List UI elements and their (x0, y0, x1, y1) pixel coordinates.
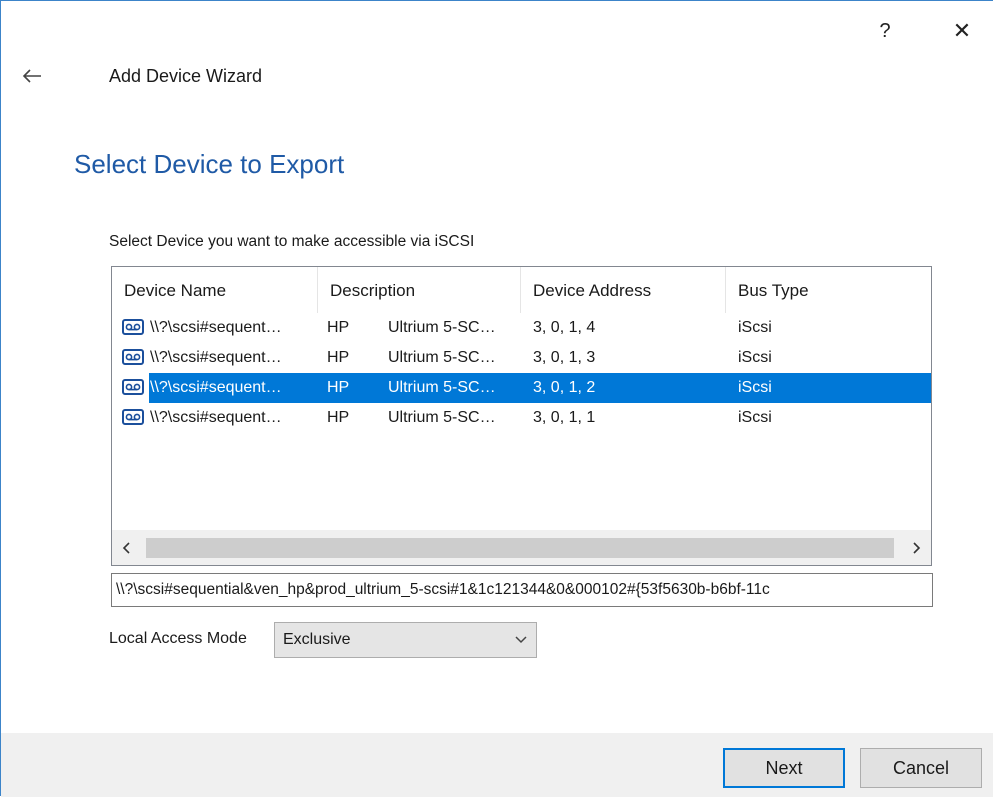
table-row[interactable]: \\?\scsi#sequent… HP Ultrium 5-SC… 3, 0, 1,… (112, 313, 931, 343)
column-header-bus-type[interactable]: Bus Type (726, 267, 931, 313)
back-arrow-icon (22, 69, 41, 83)
description-cell: Ultrium 5-SC… (388, 319, 496, 336)
chevron-down-icon (515, 636, 527, 644)
vendor-cell: HP (327, 349, 350, 366)
bus-type-cell: iScsi (738, 379, 772, 396)
scroll-right-button[interactable] (901, 531, 931, 565)
device-name-cell: \\?\scsi#sequent… (150, 379, 282, 396)
device-path-field[interactable]: \\?\scsi#sequential&ven_hp&prod_ultrium_… (111, 573, 933, 607)
device-name-cell: \\?\scsi#sequent… (150, 319, 282, 336)
description-cell: Ultrium 5-SC… (388, 349, 496, 366)
scrollbar-thumb[interactable] (146, 538, 894, 558)
description-cell: Ultrium 5-SC… (388, 379, 496, 396)
tape-drive-icon (122, 319, 144, 335)
device-address-cell: 3, 0, 1, 3 (533, 349, 596, 366)
local-access-mode-label: Local Access Mode (109, 630, 247, 647)
back-button[interactable] (17, 61, 47, 91)
scroll-left-button[interactable] (112, 531, 142, 565)
add-device-wizard-window: ? ✕ Add Device Wizard Select Device to E… (0, 0, 993, 797)
device-address-cell: 3, 0, 1, 2 (533, 379, 596, 396)
cancel-button[interactable]: Cancel (860, 748, 982, 788)
tape-drive-icon (122, 409, 144, 425)
next-button[interactable]: Next (723, 748, 845, 788)
chevron-right-icon (913, 542, 921, 554)
device-list-header: Device Name Description Device Address B… (112, 267, 931, 313)
bus-type-cell: iScsi (738, 409, 772, 426)
tape-drive-icon (122, 379, 144, 395)
column-header-device-address[interactable]: Device Address (521, 267, 726, 313)
horizontal-scrollbar[interactable] (112, 530, 931, 565)
page-title: Select Device to Export (74, 149, 345, 179)
instruction-text: Select Device you want to make accessibl… (109, 233, 475, 250)
bus-type-cell: iScsi (738, 349, 772, 366)
device-name-cell: \\?\scsi#sequent… (150, 349, 282, 366)
device-address-cell: 3, 0, 1, 1 (533, 409, 596, 426)
device-name-cell: \\?\scsi#sequent… (150, 409, 282, 426)
local-access-mode-select[interactable]: Exclusive (274, 622, 537, 658)
help-icon: ? (879, 19, 891, 42)
column-header-description[interactable]: Description (318, 267, 521, 313)
bus-type-cell: iScsi (738, 319, 772, 336)
description-cell: Ultrium 5-SC… (388, 409, 496, 426)
vendor-cell: HP (327, 409, 350, 426)
close-button[interactable]: ✕ (944, 13, 980, 49)
tape-drive-icon (122, 349, 144, 365)
table-row[interactable]: \\?\scsi#sequent… HP Ultrium 5-SC… 3, 0, 1,… (112, 403, 931, 433)
table-row[interactable]: \\?\scsi#sequent… HP Ultrium 5-SC… 3, 0, 1,… (112, 343, 931, 373)
device-list[interactable]: Device Name Description Device Address B… (111, 266, 932, 566)
chevron-left-icon (122, 542, 130, 554)
vendor-cell: HP (327, 319, 350, 336)
wizard-title: Add Device Wizard (109, 66, 263, 86)
device-address-cell: 3, 0, 1, 4 (533, 319, 596, 336)
table-row[interactable]: \\?\scsi#sequent… HP Ultrium 5-SC… 3, 0, 1,… (112, 373, 931, 403)
vendor-cell: HP (327, 379, 350, 396)
local-access-mode-value: Exclusive (283, 631, 351, 648)
column-header-device-name[interactable]: Device Name (112, 267, 318, 313)
help-button[interactable]: ? (867, 13, 903, 49)
close-icon: ✕ (952, 18, 972, 43)
